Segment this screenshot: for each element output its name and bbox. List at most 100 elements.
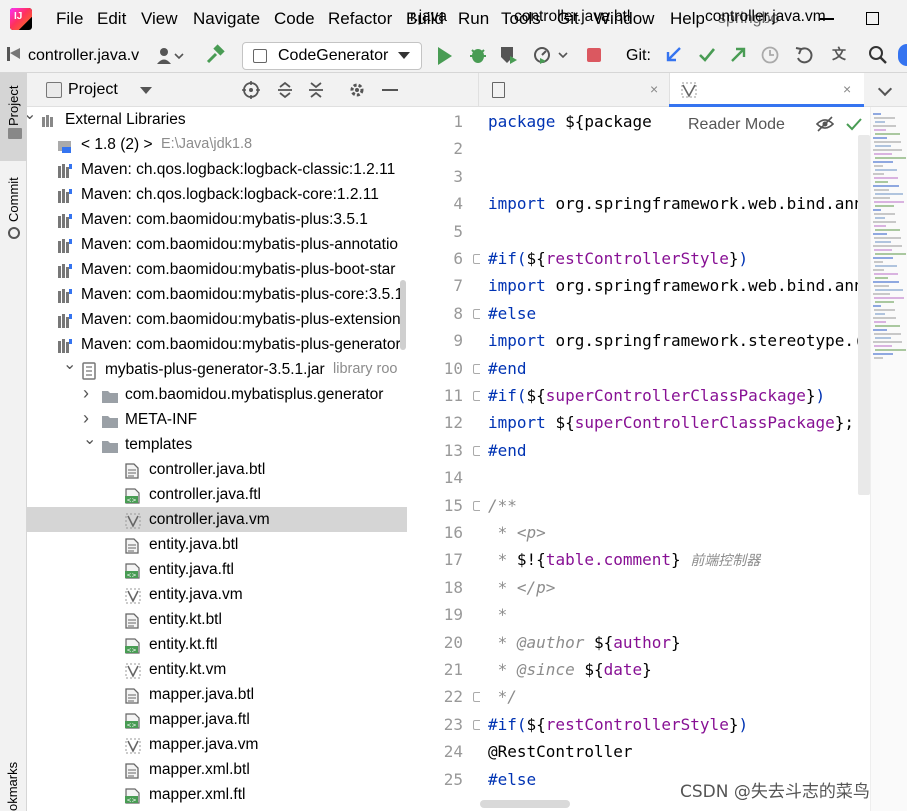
tree-row[interactable]: <> entity.kt.ftl	[27, 632, 407, 657]
menu-file[interactable]: File	[56, 0, 83, 38]
tree-row[interactable]: controller.java.btl	[27, 457, 407, 482]
search-icon[interactable]	[868, 45, 888, 65]
tree-row[interactable]: <> mapper.xml.ftl	[27, 782, 407, 807]
chevron-down-icon[interactable]: ⌄	[83, 427, 96, 452]
code-line[interactable]: */	[488, 684, 517, 709]
profiler-icon[interactable]	[532, 44, 570, 66]
build-hammer-icon[interactable]	[6, 45, 22, 63]
tree-row[interactable]: mapper.java.btl	[27, 682, 407, 707]
code-line[interactable]: #if(${restControllerStyle})	[488, 246, 748, 271]
code-line[interactable]: import org.springframework.web.bind.ann	[488, 191, 864, 216]
git-update-arrow-icon[interactable]	[664, 45, 684, 65]
tree-row[interactable]: mapper.xml.btl	[27, 757, 407, 782]
tree-row[interactable]: Maven: com.baomidou:mybatis-plus-annotat…	[27, 232, 407, 257]
tree-row[interactable]: entity.kt.btl	[27, 607, 407, 632]
code-line[interactable]: * </p>	[488, 575, 556, 600]
close-icon[interactable]: ×	[843, 81, 855, 97]
code-line[interactable]: package ${package	[488, 109, 652, 134]
chevron-right-icon[interactable]: ›	[83, 381, 89, 406]
code-line[interactable]: /**	[488, 493, 517, 518]
commit-tool-label[interactable]: Commit	[6, 177, 21, 222]
collapse-all-icon[interactable]	[307, 81, 325, 99]
code-line[interactable]: import ${superControllerClassPackage};	[488, 410, 854, 435]
expand-all-icon[interactable]	[276, 81, 294, 99]
close-icon[interactable]: ×	[650, 81, 662, 97]
git-commit-check-icon[interactable]	[697, 45, 717, 65]
tree-row[interactable]: entity.kt.vm	[27, 657, 407, 682]
tree-scrollbar[interactable]	[400, 280, 406, 350]
history-clock-icon[interactable]	[760, 45, 780, 65]
menu-navigate[interactable]: Navigate	[193, 0, 260, 38]
hammer-build-icon[interactable]	[205, 44, 227, 66]
tree-row[interactable]: Maven: com.baomidou:mybatis-plus-extensi…	[27, 307, 407, 332]
git-push-arrow-icon[interactable]	[728, 45, 748, 65]
code-line[interactable]: * $!{table.comment} 前端控制器	[488, 547, 761, 572]
tree-row[interactable]: ⌄ External Libraries	[27, 107, 407, 132]
editor-scrollbar[interactable]	[858, 135, 870, 495]
tree-row[interactable]: mapper.java.vm	[27, 732, 407, 757]
stop-icon[interactable]	[587, 48, 601, 62]
code-line[interactable]: #if(${restControllerStyle})	[488, 712, 748, 737]
tree-row[interactable]: Maven: com.baomidou:mybatis-plus-generat…	[27, 332, 407, 357]
project-panel-title[interactable]: Project	[68, 73, 118, 107]
tree-row[interactable]: Maven: com.baomidou:mybatis-plus-boot-st…	[27, 257, 407, 282]
ide-settings-icon[interactable]	[898, 44, 907, 66]
menu-help[interactable]: Help	[670, 0, 704, 38]
chevron-down-icon[interactable]	[140, 87, 152, 94]
tree-row[interactable]: ⌄ templates	[27, 431, 407, 457]
code-line[interactable]: import org.springframework.stereotype.(	[488, 328, 864, 353]
translate-icon[interactable]: 文	[832, 45, 854, 65]
code-line[interactable]: #else	[488, 301, 536, 326]
code-line[interactable]: @RestController	[488, 739, 633, 764]
bookmarks-tool-label[interactable]: okmarks	[5, 762, 20, 811]
code-line[interactable]: * @since ${date}	[488, 657, 652, 682]
eye-hidden-icon[interactable]	[815, 115, 835, 133]
tree-row[interactable]: < 1.8 (2) > E:\Java\jdk1.8	[27, 132, 407, 157]
code-line[interactable]: #end	[488, 356, 527, 381]
tree-row[interactable]: entity.java.vm	[27, 582, 407, 607]
tree-row[interactable]: <> controller.java.ftl	[27, 482, 407, 507]
tree-row[interactable]: entity.java.btl	[27, 532, 407, 557]
code-line[interactable]: #else	[488, 767, 536, 792]
tree-row[interactable]: Maven: com.baomidou:mybatis-plus-core:3.…	[27, 282, 407, 307]
code-line[interactable]: import org.springframework.web.bind.ann	[488, 273, 864, 298]
locate-target-icon[interactable]	[242, 81, 260, 99]
rollback-undo-icon[interactable]	[794, 45, 814, 65]
tree-row[interactable]: Maven: ch.qos.logback:logback-core:1.2.1…	[27, 182, 407, 207]
code-area[interactable]: package ${package import org.springframew…	[480, 107, 870, 811]
reader-mode-button[interactable]: Reader Mode	[688, 112, 785, 137]
hide-panel-icon[interactable]	[382, 89, 398, 91]
gear-icon[interactable]	[348, 81, 366, 99]
coverage-icon[interactable]	[498, 44, 520, 66]
code-line[interactable]: *	[488, 602, 508, 627]
chevron-down-icon[interactable]: ⌄	[63, 352, 76, 377]
breadcrumb-file[interactable]: controller.java.v	[28, 38, 140, 73]
menu-refactor[interactable]: Refactor	[328, 0, 392, 38]
tree-row[interactable]: controller.java.vm	[27, 507, 407, 532]
code-line[interactable]: #end	[488, 438, 527, 463]
intellij-logo-icon[interactable]: IJ	[10, 8, 32, 30]
tree-row[interactable]: Maven: com.baomidou:mybatis-plus:3.5.1	[27, 207, 407, 232]
tab-entity-java[interactable]: r.java	[410, 0, 470, 34]
chevron-down-icon[interactable]: ⌄	[27, 107, 36, 127]
code-line[interactable]: * <p>	[488, 520, 546, 545]
code-line[interactable]: * @author ${author}	[488, 630, 681, 655]
tree-row[interactable]: Maven: ch.qos.logback:logback-classic:1.…	[27, 157, 407, 182]
tree-row[interactable]: ⌄ mybatis-plus-generator-3.5.1.jar library…	[27, 356, 407, 382]
tab-controller-java-vm[interactable]	[669, 73, 864, 107]
tree-row[interactable]: › com.baomidou.mybatisplus.generator	[27, 382, 407, 407]
code-line[interactable]: #if(${superControllerClassPackage})	[488, 383, 825, 408]
code-minimap[interactable]	[870, 107, 907, 811]
inspection-ok-icon[interactable]	[845, 115, 863, 133]
tree-row[interactable]: <> mapper.java.ftl	[27, 707, 407, 732]
menu-edit[interactable]: Edit	[97, 0, 126, 38]
run-icon[interactable]	[438, 47, 452, 65]
menu-view[interactable]: View	[141, 0, 178, 38]
user-profile-icon[interactable]	[155, 45, 187, 67]
debug-bug-icon[interactable]	[467, 44, 489, 66]
menu-code[interactable]: Code	[274, 0, 315, 38]
tab-controller-java-btl[interactable]	[478, 73, 668, 107]
chevron-down-icon[interactable]	[398, 52, 410, 59]
horizontal-scrollbar[interactable]	[480, 800, 570, 808]
tree-row[interactable]: <> entity.java.ftl	[27, 557, 407, 582]
